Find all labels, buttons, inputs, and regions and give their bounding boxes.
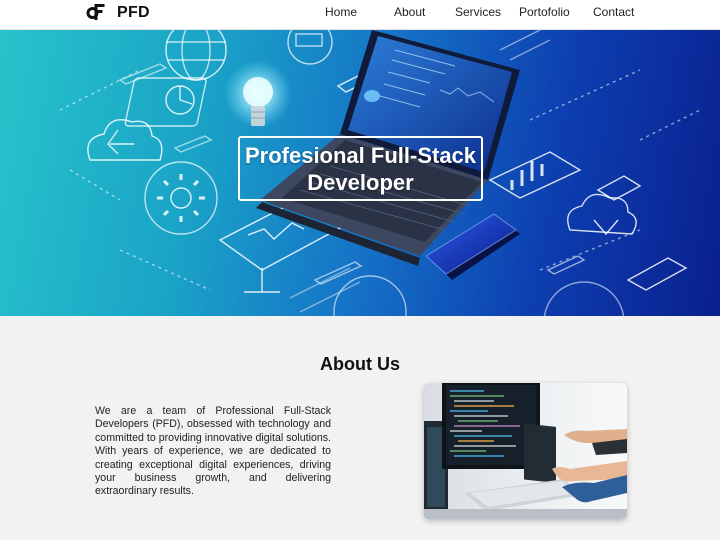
hero-title: Profesional Full-Stack Developer [238, 136, 483, 201]
brand-name: PFD [117, 4, 150, 21]
about-description: We are a team of Professional Full-Stack… [95, 405, 331, 498]
nav-home[interactable]: Home [325, 5, 357, 19]
hero-banner: Profesional Full-Stack Developer [0, 30, 720, 316]
nav-services[interactable]: Services [455, 5, 501, 19]
nav-contact[interactable]: Contact [593, 5, 634, 19]
nav-about[interactable]: About [394, 5, 425, 19]
site-header: PFD Home About Services Portofolio Conta… [0, 0, 720, 30]
nav-portofolio[interactable]: Portofolio [519, 5, 570, 19]
lightbulb-illustration [224, 60, 292, 128]
about-photo-developer-at-monitors [424, 383, 627, 519]
brand-logo[interactable]: PFD [80, 0, 150, 27]
pfd-logo-icon [80, 0, 110, 27]
about-heading: About Us [320, 354, 400, 374]
